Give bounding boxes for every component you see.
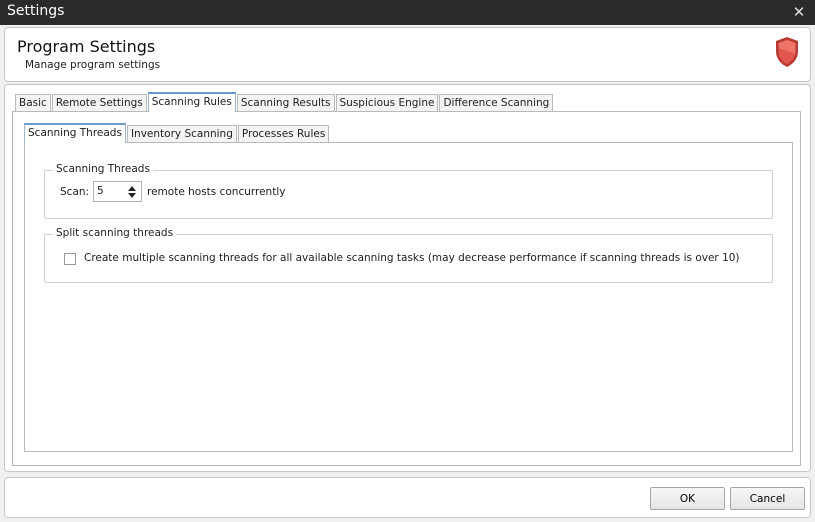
tab-scanning-results[interactable]: Scanning Results — [236, 94, 335, 112]
tab-remote-settings[interactable]: Remote Settings — [51, 94, 147, 112]
split-threads-checkbox[interactable] — [64, 253, 76, 265]
threads-stepper[interactable]: 5 — [93, 181, 142, 202]
outer-tab-strip: Basic Remote Settings Scanning Rules Sca… — [15, 92, 554, 112]
tab-processes-rules[interactable]: Processes Rules — [237, 125, 330, 143]
tab-suspicious-engine[interactable]: Suspicious Engine — [335, 94, 439, 112]
split-threads-group-label: Split scanning threads — [53, 227, 177, 239]
tab-scanning-rules[interactable]: Scanning Rules — [147, 92, 236, 112]
close-icon[interactable]: ✕ — [789, 2, 809, 22]
main-panel: Basic Remote Settings Scanning Rules Sca… — [4, 84, 811, 472]
cancel-button[interactable]: Cancel — [730, 487, 805, 510]
footer-bar: OK Cancel — [4, 477, 811, 518]
threads-suffix: remote hosts concurrently — [147, 186, 286, 198]
header-panel: Program Settings Manage program settings — [4, 27, 811, 82]
inner-tab-strip: Scanning Threads Inventory Scanning Proc… — [24, 123, 330, 143]
split-threads-label[interactable]: Create multiple scanning threads for all… — [84, 252, 740, 264]
tab-inventory-scanning[interactable]: Inventory Scanning — [126, 125, 237, 143]
window-title: Settings — [7, 3, 65, 19]
split-threads-group: Split scanning threads Create multiple s… — [44, 227, 773, 283]
shield-icon — [776, 37, 798, 67]
scan-label: Scan: — [60, 186, 90, 198]
threads-value[interactable]: 5 — [97, 185, 104, 197]
ok-button[interactable]: OK — [650, 487, 725, 510]
scanning-threads-group-label: Scanning Threads — [53, 163, 153, 175]
stepper-down-icon[interactable] — [128, 193, 136, 198]
scanning-rules-panel: Scanning Threads Inventory Scanning Proc… — [12, 111, 801, 466]
title-bar[interactable]: Settings ✕ — [0, 0, 815, 25]
scanning-threads-group: Scanning Threads Scan: 5 remote hosts co… — [44, 163, 773, 219]
stepper-up-icon[interactable] — [128, 186, 136, 191]
settings-window: Settings ✕ Program Settings Manage progr… — [0, 0, 815, 522]
tab-basic[interactable]: Basic — [15, 94, 51, 112]
scanning-threads-panel: Scanning Threads Scan: 5 remote hosts co… — [24, 142, 793, 452]
page-subtitle: Manage program settings — [25, 59, 161, 71]
page-title: Program Settings — [17, 37, 156, 56]
tab-difference-scanning[interactable]: Difference Scanning — [439, 94, 554, 112]
tab-scanning-threads[interactable]: Scanning Threads — [24, 123, 126, 143]
